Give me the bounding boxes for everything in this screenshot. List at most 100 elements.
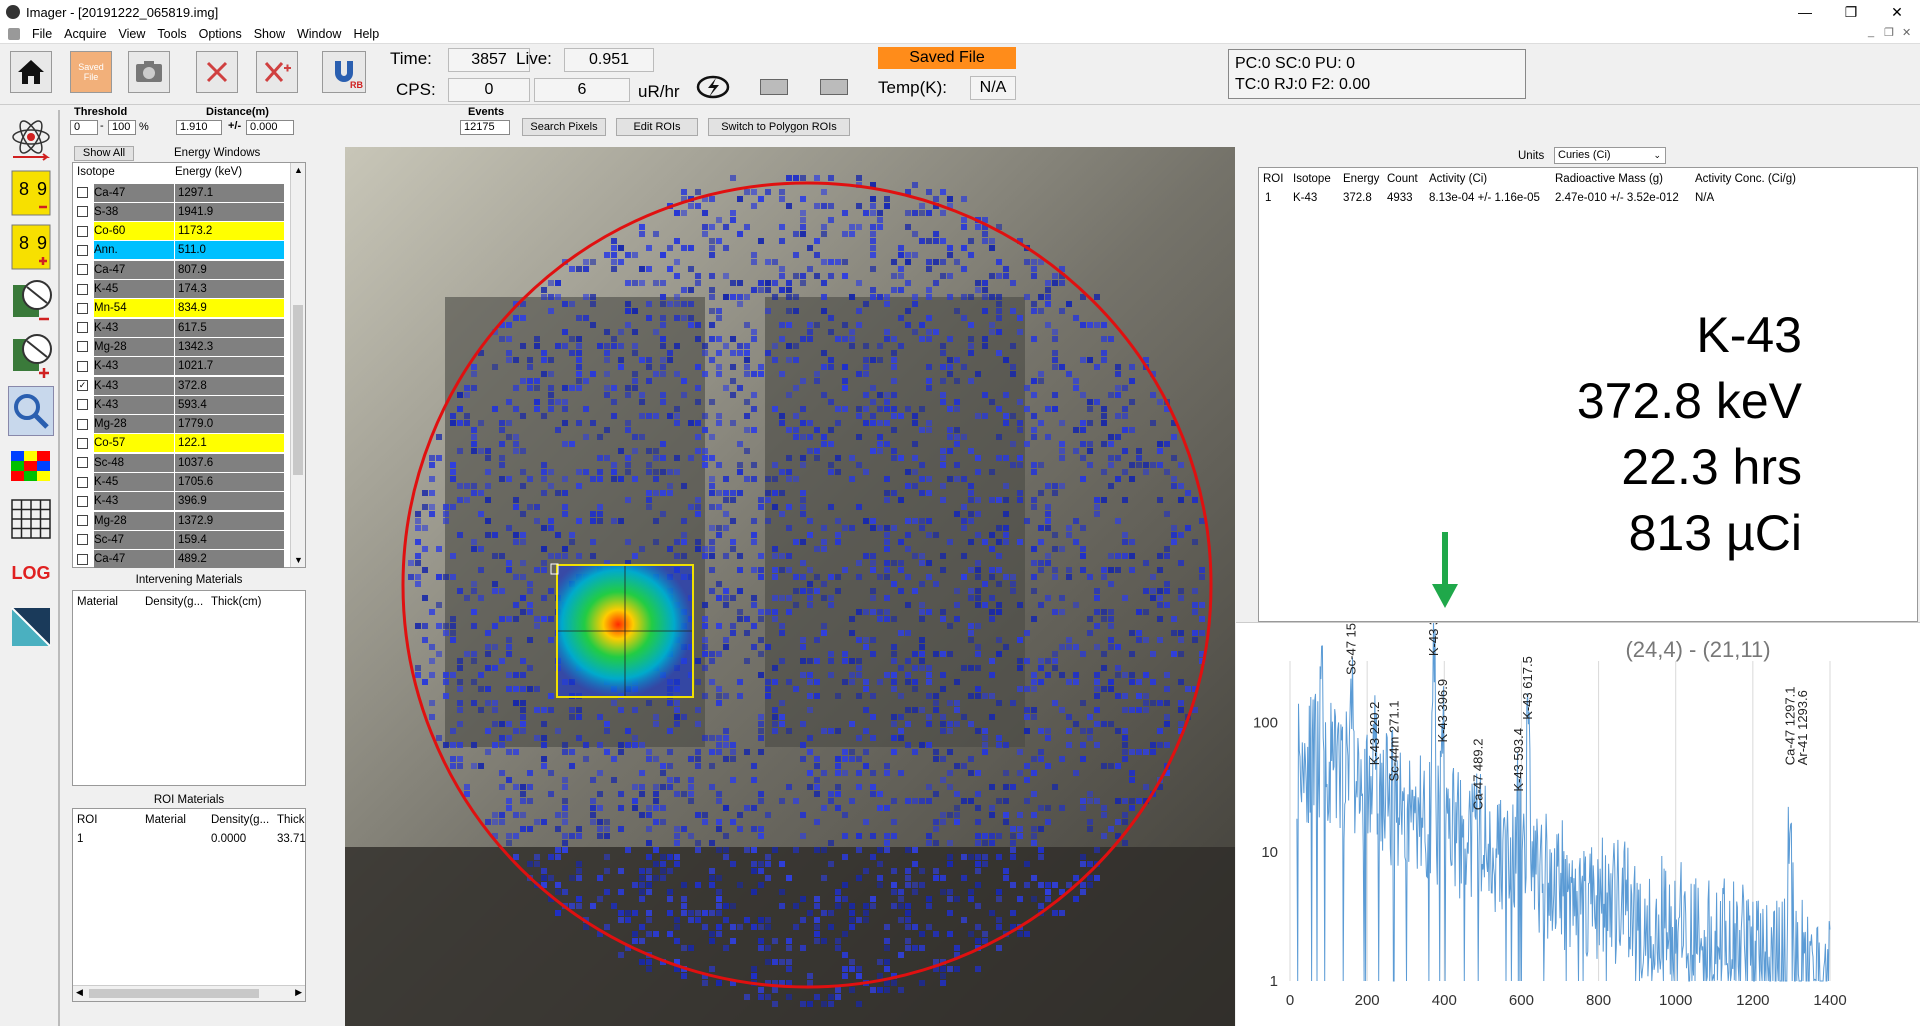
gamma-image-canvas[interactable] [345, 147, 1235, 1026]
results-row-conc[interactable]: N/A [1695, 192, 1714, 204]
isotope-scrollbar-thumb[interactable] [293, 305, 303, 475]
results-row-isotope[interactable]: K-43 [1293, 192, 1317, 204]
isotope-row[interactable]: Sc-47 159.4 [73, 530, 291, 549]
isotope-checkbox[interactable] [77, 264, 88, 276]
results-row-activity[interactable]: 8.13e-04 +/- 1.16e-05 [1429, 192, 1540, 204]
isotope-checkbox[interactable] [77, 302, 88, 314]
threshold-min-input[interactable]: 0 [70, 120, 98, 135]
contrast-tool[interactable] [8, 602, 54, 652]
menu-options[interactable]: Options [199, 27, 242, 41]
color-map-tool[interactable] [8, 442, 54, 492]
roi-materials-hscrollbar[interactable]: ◀ ▶ [73, 985, 305, 1001]
zoom-in-scale-tool[interactable]: 89 [8, 222, 54, 272]
isotope-checkbox[interactable] [77, 206, 88, 218]
atom-tool[interactable] [8, 114, 54, 164]
scroll-up-icon[interactable]: ▲ [294, 165, 303, 175]
isotope-checkbox[interactable] [77, 341, 88, 353]
shape-plus-tool[interactable] [8, 330, 54, 380]
isotope-row[interactable]: K-45 1705.6 [73, 473, 291, 492]
isotope-row[interactable]: ✓ K-43 372.8 [73, 376, 291, 395]
isotope-checkbox[interactable] [77, 495, 88, 507]
isotope-row[interactable]: Sc-48 1037.6 [73, 453, 291, 472]
results-row-count[interactable]: 4933 [1387, 192, 1413, 204]
distance-error-input[interactable]: 0.000 [246, 120, 294, 135]
isotope-checkbox[interactable] [77, 476, 88, 488]
roi-materials-hscrollbar-thumb[interactable] [89, 989, 259, 998]
isotope-row[interactable]: Mg-28 1372.9 [73, 511, 291, 530]
menu-file[interactable]: File [32, 27, 52, 41]
menu-tools[interactable]: Tools [157, 27, 186, 41]
isotope-checkbox[interactable] [77, 187, 88, 198]
edit-rois-button[interactable]: Edit ROIs [616, 118, 698, 136]
isotope-checkbox[interactable] [77, 225, 88, 237]
isotope-row[interactable]: Co-57 122.1 [73, 434, 291, 453]
isotope-row[interactable]: Mg-28 1779.0 [73, 415, 291, 434]
close-button[interactable]: ✕ [1874, 0, 1920, 24]
menu-acquire[interactable]: Acquire [64, 27, 106, 41]
menu-help[interactable]: Help [353, 27, 379, 41]
magnify-tool[interactable] [8, 386, 54, 436]
isotope-checkbox[interactable] [77, 360, 88, 372]
log-scale-tool[interactable]: LOG [8, 548, 54, 598]
isotope-checkbox[interactable] [77, 322, 88, 334]
intervening-materials-table[interactable]: Material Density(g... Thick(cm) [72, 590, 306, 786]
isotope-row[interactable]: K-43 1021.7 [73, 357, 291, 376]
isotope-row[interactable]: K-45 174.3 [73, 280, 291, 299]
units-select[interactable]: Curies (Ci) ⌄ [1554, 147, 1666, 164]
isotope-list[interactable]: Isotope Energy (keV) Ca-47 1297.1 S-38 1941… [72, 162, 306, 569]
isotope-row[interactable]: S-38 1941.9 [73, 202, 291, 221]
home-button[interactable] [10, 51, 52, 93]
isotope-scrollbar[interactable]: ▲ ▼ [290, 163, 305, 567]
isotope-row[interactable]: Ann. 511.0 [73, 241, 291, 260]
isotope-checkbox[interactable]: ✓ [77, 380, 88, 391]
clear-add-button[interactable] [256, 51, 298, 93]
menu-window[interactable]: Window [297, 27, 341, 41]
isotope-row[interactable]: Co-60 1173.2 [73, 222, 291, 241]
search-pixels-button[interactable]: Search Pixels [522, 118, 606, 136]
zoom-out-scale-tool[interactable]: 89 [8, 168, 54, 218]
scroll-right-icon[interactable]: ▶ [295, 987, 302, 998]
lightning-icon[interactable] [696, 75, 730, 99]
show-all-button[interactable]: Show All [74, 146, 134, 161]
isotope-row[interactable]: K-43 617.5 [73, 318, 291, 337]
menu-view[interactable]: View [119, 27, 146, 41]
isotope-checkbox[interactable] [77, 418, 88, 430]
results-row-mass[interactable]: 2.47e-010 +/- 3.52e-012 [1555, 192, 1679, 204]
scroll-left-icon[interactable]: ◀ [76, 987, 83, 998]
switch-polygon-rois-button[interactable]: Switch to Polygon ROIs [708, 118, 850, 136]
isotope-row[interactable]: Ca-47 489.2 [73, 550, 291, 569]
isotope-row[interactable]: K-43 396.9 [73, 492, 291, 511]
isotope-checkbox[interactable] [77, 399, 88, 411]
isotope-checkbox[interactable] [77, 437, 88, 449]
saved-file-button[interactable]: Saved File [70, 51, 112, 93]
threshold-max-input[interactable]: 100 [108, 120, 136, 135]
shape-minus-tool[interactable] [8, 276, 54, 326]
isotope-row[interactable]: Mg-28 1342.3 [73, 337, 291, 356]
gamma-image-view[interactable] [345, 147, 1235, 1026]
isotope-checkbox[interactable] [77, 457, 88, 469]
mdi-restore-icon[interactable]: ❐ [1884, 26, 1894, 39]
results-row-roi[interactable]: 1 [1265, 192, 1271, 204]
isotope-checkbox[interactable] [77, 283, 88, 295]
isotope-row[interactable]: Mn-54 834.9 [73, 299, 291, 318]
mdi-close-icon[interactable]: ✕ [1902, 26, 1911, 39]
distance-input[interactable]: 1.910 [176, 120, 222, 135]
minimize-button[interactable]: — [1782, 0, 1828, 24]
isotope-row[interactable]: Ca-47 1297.1 [73, 183, 291, 202]
rb-magnet-button[interactable]: RB [322, 51, 366, 93]
isotope-row[interactable]: K-43 593.4 [73, 395, 291, 414]
isotope-checkbox[interactable] [77, 244, 88, 256]
isotope-checkbox[interactable] [77, 515, 88, 527]
mdi-minimize-icon[interactable]: _ [1868, 26, 1874, 38]
isotope-checkbox[interactable] [77, 553, 88, 565]
isotope-checkbox[interactable] [77, 534, 88, 546]
spectrum-chart[interactable]: (24,4) - (21,11) 0 200 400 600 800 1000 1200 14… [1236, 593, 1920, 1026]
scroll-down-icon[interactable]: ▼ [294, 555, 303, 565]
roi-materials-table[interactable]: ROI Material Density(g... Thick 1 0.0000… [72, 808, 306, 1002]
results-row-energy[interactable]: 372.8 [1343, 192, 1372, 204]
clear-button[interactable] [196, 51, 238, 93]
camera-button[interactable] [128, 51, 170, 93]
grid-tool[interactable] [8, 494, 54, 544]
menu-show[interactable]: Show [254, 27, 285, 41]
isotope-row[interactable]: Ca-47 807.9 [73, 260, 291, 279]
